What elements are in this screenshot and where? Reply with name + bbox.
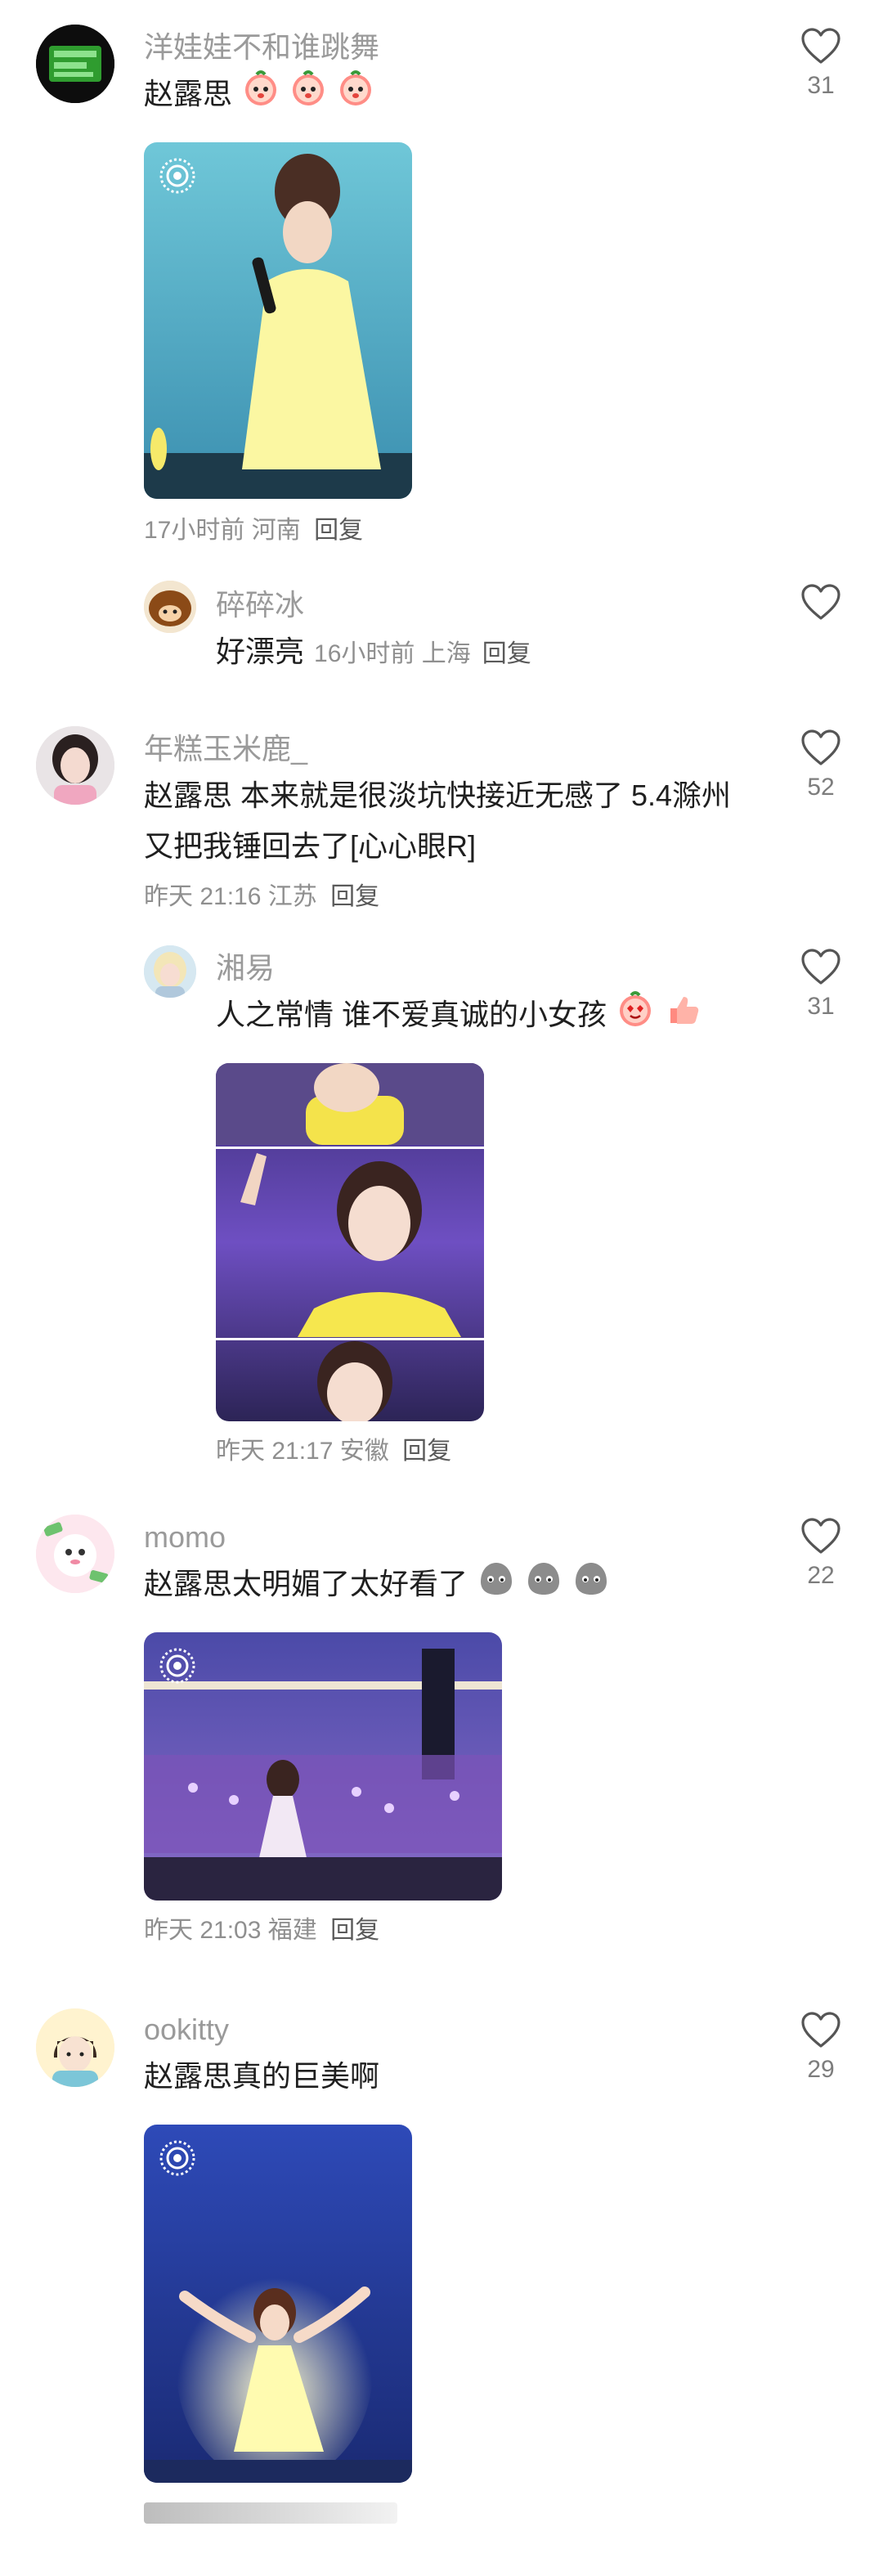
like-count: 52 <box>807 774 835 801</box>
like-button[interactable] <box>795 584 847 622</box>
comment-text: 赵露思太明媚了太好看了 <box>144 1559 610 1613</box>
like-button[interactable]: 52 <box>795 729 847 800</box>
username[interactable]: 湘易 <box>216 954 275 983</box>
comment-meta: 昨天 21:17 安徽 回复 <box>216 1439 451 1464</box>
peach-emoji-icon <box>242 70 280 123</box>
comment-meta: 昨天 21:16 江苏 回复 <box>144 885 379 909</box>
photo-image <box>144 142 412 499</box>
heart-icon <box>801 949 840 985</box>
avatar[interactable] <box>36 1515 114 1593</box>
live-photo-icon <box>159 1647 196 1685</box>
comment-meta: 17小时前 河南 回复 <box>144 518 363 543</box>
time-location: 昨天 21:17 安徽 <box>216 1438 389 1465</box>
like-button[interactable]: 29 <box>795 2012 847 2082</box>
avatar-image <box>144 581 196 633</box>
like-button[interactable]: 31 <box>795 28 847 98</box>
reply-button[interactable]: 回复 <box>482 640 531 667</box>
time-location: 昨天 21:16 江苏 <box>144 883 317 910</box>
username[interactable]: ookitty <box>144 2015 229 2044</box>
heart-eyes-emoji-icon <box>616 990 654 1043</box>
heart-icon <box>801 2012 840 2048</box>
loading-placeholder <box>144 2502 397 2524</box>
like-count: 22 <box>807 1562 835 1589</box>
comment-text: 好漂亮 16小时前 上海 回复 <box>216 626 531 680</box>
like-button[interactable]: 22 <box>795 1518 847 1588</box>
avatar[interactable] <box>36 2008 114 2087</box>
comment-photo[interactable] <box>144 1632 502 1901</box>
grey-blob-emoji-icon <box>572 1560 610 1613</box>
reply-button[interactable]: 回复 <box>314 517 363 544</box>
time-location: 17小时前 河南 <box>144 517 301 544</box>
live-photo-icon <box>159 2139 196 2177</box>
heart-icon <box>801 28 840 64</box>
live-photo-icon <box>159 157 196 195</box>
comment-body: 赵露思真的巨美啊 <box>144 2059 380 2093</box>
photo-image <box>144 2125 412 2483</box>
username[interactable]: 洋娃娃不和谁跳舞 <box>144 33 379 62</box>
username[interactable]: momo <box>144 1523 226 1552</box>
avatar[interactable] <box>144 945 196 998</box>
like-button[interactable]: 31 <box>795 949 847 1019</box>
photo-image <box>144 1632 502 1901</box>
comment-photo[interactable] <box>144 142 412 499</box>
comment-body: 好漂亮 <box>216 635 305 668</box>
heart-icon <box>801 729 840 765</box>
heart-icon <box>801 1518 840 1554</box>
grey-blob-emoji-icon <box>525 1560 563 1613</box>
like-count: 31 <box>807 993 835 1020</box>
like-count: 29 <box>807 2056 835 2083</box>
avatar[interactable] <box>36 25 114 103</box>
username[interactable]: 年糕玉米鹿_ <box>144 734 307 764</box>
comment-photo[interactable] <box>144 2125 412 2483</box>
comment-body: 赵露思太明媚了太好看了 <box>144 1567 468 1600</box>
avatar-image <box>144 945 196 998</box>
comment-text: 赵露思 <box>144 69 374 123</box>
comment-photo[interactable] <box>216 1063 484 1421</box>
photo-image <box>216 1063 484 1421</box>
grey-blob-emoji-icon <box>477 1560 515 1613</box>
avatar-image <box>36 1515 114 1593</box>
comment-body: 赵露思 <box>144 77 233 110</box>
thumbs-up-emoji-icon <box>664 990 701 1043</box>
like-count: 31 <box>807 72 835 99</box>
heart-icon <box>801 584 840 620</box>
username[interactable]: 碎碎冰 <box>216 590 304 620</box>
avatar-image <box>36 726 114 805</box>
avatar-image <box>36 25 114 103</box>
comment-text: 赵露思真的巨美啊 <box>144 2051 379 2102</box>
time-location: 16小时前 上海 <box>314 640 471 667</box>
peach-emoji-icon <box>337 70 374 123</box>
reply-button[interactable]: 回复 <box>402 1438 451 1465</box>
comment-meta: 昨天 21:03 福建 回复 <box>144 1919 379 1943</box>
time-location: 昨天 21:03 福建 <box>144 1917 317 1944</box>
reply-button[interactable]: 回复 <box>330 883 379 910</box>
avatar-image <box>36 2008 114 2087</box>
comment-text: 人之常情 谁不爱真诚的小女孩 <box>216 990 701 1043</box>
avatar[interactable] <box>36 726 114 805</box>
reply-button[interactable]: 回复 <box>330 1917 379 1944</box>
comment-body: 人之常情 谁不爱真诚的小女孩 <box>216 998 607 1031</box>
comment-text: 赵露思 本来就是很淡坑快接近无感了 5.4滁州又把我锤回去了[心心眼R] <box>144 779 732 863</box>
avatar[interactable] <box>144 581 196 633</box>
peach-emoji-icon <box>289 70 327 123</box>
